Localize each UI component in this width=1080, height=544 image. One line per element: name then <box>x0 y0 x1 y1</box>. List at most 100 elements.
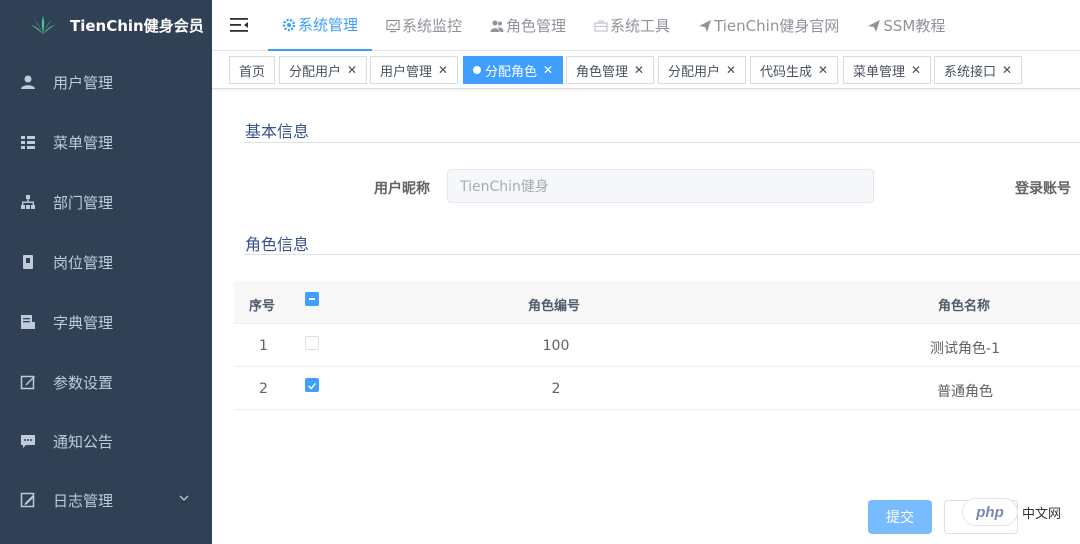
sidebar-item-log[interactable]: 日志管理 <box>0 472 212 528</box>
nickname-label: 用户昵称 <box>374 181 430 197</box>
tag-codegen[interactable]: 代码生成 ✕ <box>750 56 839 84</box>
basic-info-title: 基本信息 <box>245 122 310 141</box>
tag-label: 分配角色 <box>485 64 538 80</box>
tag-label: 首页 <box>239 64 266 80</box>
sidebar-item-label: 日志管理 <box>53 491 114 510</box>
close-icon[interactable]: ✕ <box>1002 63 1012 77</box>
tag-assign-user-2[interactable]: 分配用户 ✕ <box>658 56 747 84</box>
tag-label: 分配用户 <box>668 64 721 80</box>
close-icon[interactable]: ✕ <box>634 63 644 77</box>
sidebar-item-dict[interactable]: 字典管理 <box>0 294 212 350</box>
tree-table-icon <box>21 136 35 149</box>
tag-menu-manage[interactable]: 菜单管理 ✕ <box>843 56 932 84</box>
nickname-input[interactable]: TienChin健身 <box>447 169 874 203</box>
tag-label: 系统接口 <box>944 64 997 80</box>
sidebar-item-dept[interactable]: 部门管理 <box>0 174 212 230</box>
tag-label: 角色管理 <box>576 64 629 80</box>
sidebar-item-label: 菜单管理 <box>53 133 114 152</box>
logo-icon <box>31 16 55 34</box>
gear-icon <box>282 18 296 31</box>
th-index: 序号 <box>249 299 276 314</box>
logo[interactable]: TienChin健身会员 <box>0 0 212 50</box>
tool-icon <box>594 19 608 32</box>
cell-index: 2 <box>259 381 268 397</box>
edit-icon <box>20 375 35 390</box>
topnav-item-label: SSM教程 <box>883 17 946 35</box>
topnav-item-role[interactable]: 角色管理 <box>476 0 580 51</box>
send-icon <box>699 19 712 32</box>
post-icon <box>23 255 33 269</box>
th-role-name: 角色名称 <box>938 299 991 314</box>
cell-role-id-text: 2 <box>551 381 561 397</box>
watermark-text: 中文网 <box>1022 506 1062 522</box>
cell-role-id-text: 100 <box>542 338 570 354</box>
log-icon <box>20 492 35 508</box>
topnav-item-system[interactable]: 系统管理 <box>268 0 373 51</box>
nickname-value: TienChin健身 <box>460 179 549 195</box>
sidebar-item-config[interactable]: 参数设置 <box>0 354 212 410</box>
tag-label: 用户管理 <box>380 64 433 80</box>
close-icon[interactable]: ✕ <box>911 63 921 77</box>
peoples-icon <box>490 20 504 32</box>
sidebar-item-menu[interactable]: 菜单管理 <box>0 114 212 170</box>
send-icon <box>868 19 881 32</box>
monitor-icon <box>386 19 400 32</box>
tag-label: 代码生成 <box>760 64 813 80</box>
select-all-checkbox[interactable] <box>305 292 319 306</box>
topnav-item-label: TienChin健身官网 <box>714 17 840 35</box>
topnav-item-label: 系统监控 <box>402 17 463 35</box>
tag-user-manage[interactable]: 用户管理 ✕ <box>370 56 459 84</box>
sidebar-item-post[interactable]: 岗位管理 <box>0 234 212 290</box>
hamburger-icon[interactable] <box>230 16 248 34</box>
table-row[interactable]: 2 2 普通角色 <box>234 367 1080 410</box>
cell-index: 1 <box>259 338 268 354</box>
table-row[interactable]: 1 100 测试角色-1 <box>234 324 1080 367</box>
th-role-id: 角色编号 <box>528 299 581 314</box>
sidebar-item-label: 岗位管理 <box>53 253 114 272</box>
tag-label: 分配用户 <box>289 64 342 80</box>
sidebar-item-label: 参数设置 <box>53 373 114 392</box>
topnav-item-tool[interactable]: 系统工具 <box>580 0 684 51</box>
sidebar-item-label: 字典管理 <box>53 313 114 332</box>
row-checkbox[interactable] <box>305 378 319 392</box>
submit-button[interactable]: 提交 <box>868 500 932 534</box>
topnav-item-monitor[interactable]: 系统监控 <box>372 0 476 51</box>
top-nav: 系统管理 系统监控 角色管理 系统工具 TienChin健身官网 SSM教程 <box>268 0 959 51</box>
close-icon[interactable]: ✕ <box>543 63 553 77</box>
topnav-item-website[interactable]: TienChin健身官网 <box>684 0 853 51</box>
row-checkbox[interactable] <box>305 336 319 350</box>
topnav-item-label: 系统管理 <box>298 16 359 34</box>
sidebar-item-label: 用户管理 <box>53 73 114 92</box>
topnav-item-label: 角色管理 <box>506 17 567 35</box>
table-header: 序号 角色编号 角色名称 <box>234 281 1080 324</box>
cell-role-name-text: 普通角色 <box>937 384 993 400</box>
tag-label: 菜单管理 <box>853 64 906 80</box>
cell-role-name-text: 测试角色-1 <box>930 341 1000 357</box>
app-title: TienChin健身会员 <box>70 16 204 35</box>
sidebar-item-user[interactable]: 用户管理 <box>0 54 212 110</box>
close-icon[interactable]: ✕ <box>438 63 448 77</box>
divider <box>244 142 1080 143</box>
tag-sys-api[interactable]: 系统接口 ✕ <box>934 56 1023 84</box>
sidebar-item-notice[interactable]: 通知公告 <box>0 413 212 469</box>
role-info-title: 角色信息 <box>245 235 310 254</box>
close-icon[interactable]: ✕ <box>347 63 357 77</box>
sidebar-item-label: 通知公告 <box>53 432 114 451</box>
user-icon <box>21 75 35 89</box>
active-dot-icon <box>473 66 481 74</box>
close-icon[interactable]: ✕ <box>818 63 828 77</box>
message-icon <box>21 435 35 448</box>
tag-assign-user[interactable]: 分配用户 ✕ <box>279 56 368 84</box>
topnav-item-label: 系统工具 <box>610 17 671 35</box>
account-label: 登录账号 <box>1015 181 1071 197</box>
topnav-item-ssm[interactable]: SSM教程 <box>853 0 959 51</box>
tag-assign-role[interactable]: 分配角色 ✕ <box>463 56 564 84</box>
tag-role-manage[interactable]: 角色管理 ✕ <box>566 56 655 84</box>
tag-home[interactable]: 首页 <box>229 56 276 84</box>
watermark-badge: php <box>962 498 1018 526</box>
sidebar-item-label: 部门管理 <box>53 193 114 212</box>
chevron-down-icon <box>179 495 189 501</box>
divider <box>244 254 1080 255</box>
watermark: php 中文网 <box>962 497 1080 527</box>
close-icon[interactable]: ✕ <box>726 63 736 77</box>
